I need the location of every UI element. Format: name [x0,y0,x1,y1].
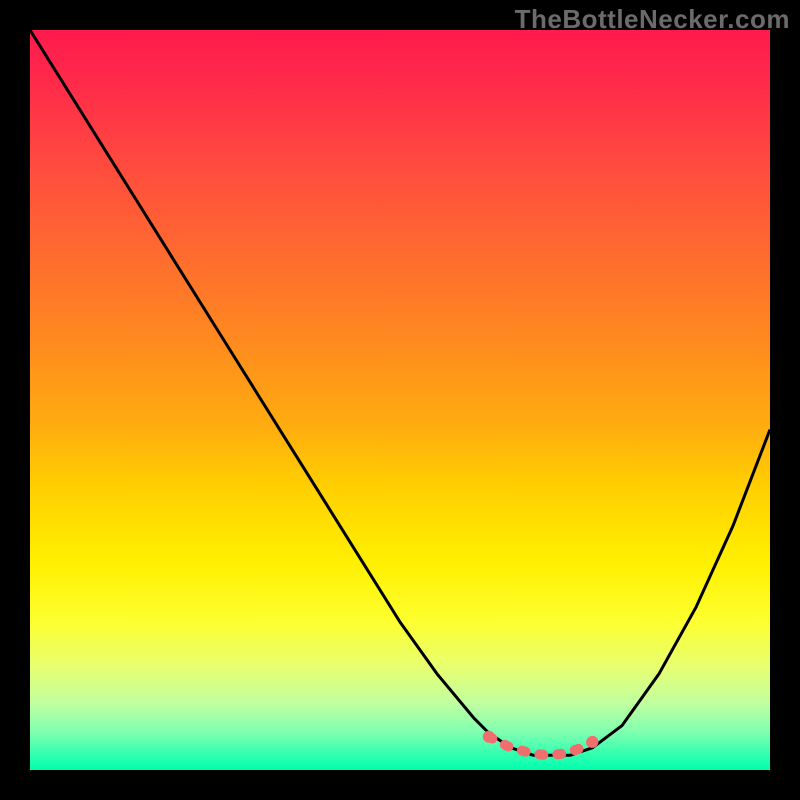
chart-frame: TheBottleNecker.com [0,0,800,800]
optimal-band-endpoint [586,736,598,748]
plot-area [30,30,770,770]
bottleneck-curve-path [30,30,770,755]
optimal-band-path [489,737,593,756]
optimal-band-endpoint [483,731,495,743]
optimal-band-markers [483,731,599,756]
curve-layer [30,30,770,770]
watermark-text: TheBottleNecker.com [515,4,790,35]
